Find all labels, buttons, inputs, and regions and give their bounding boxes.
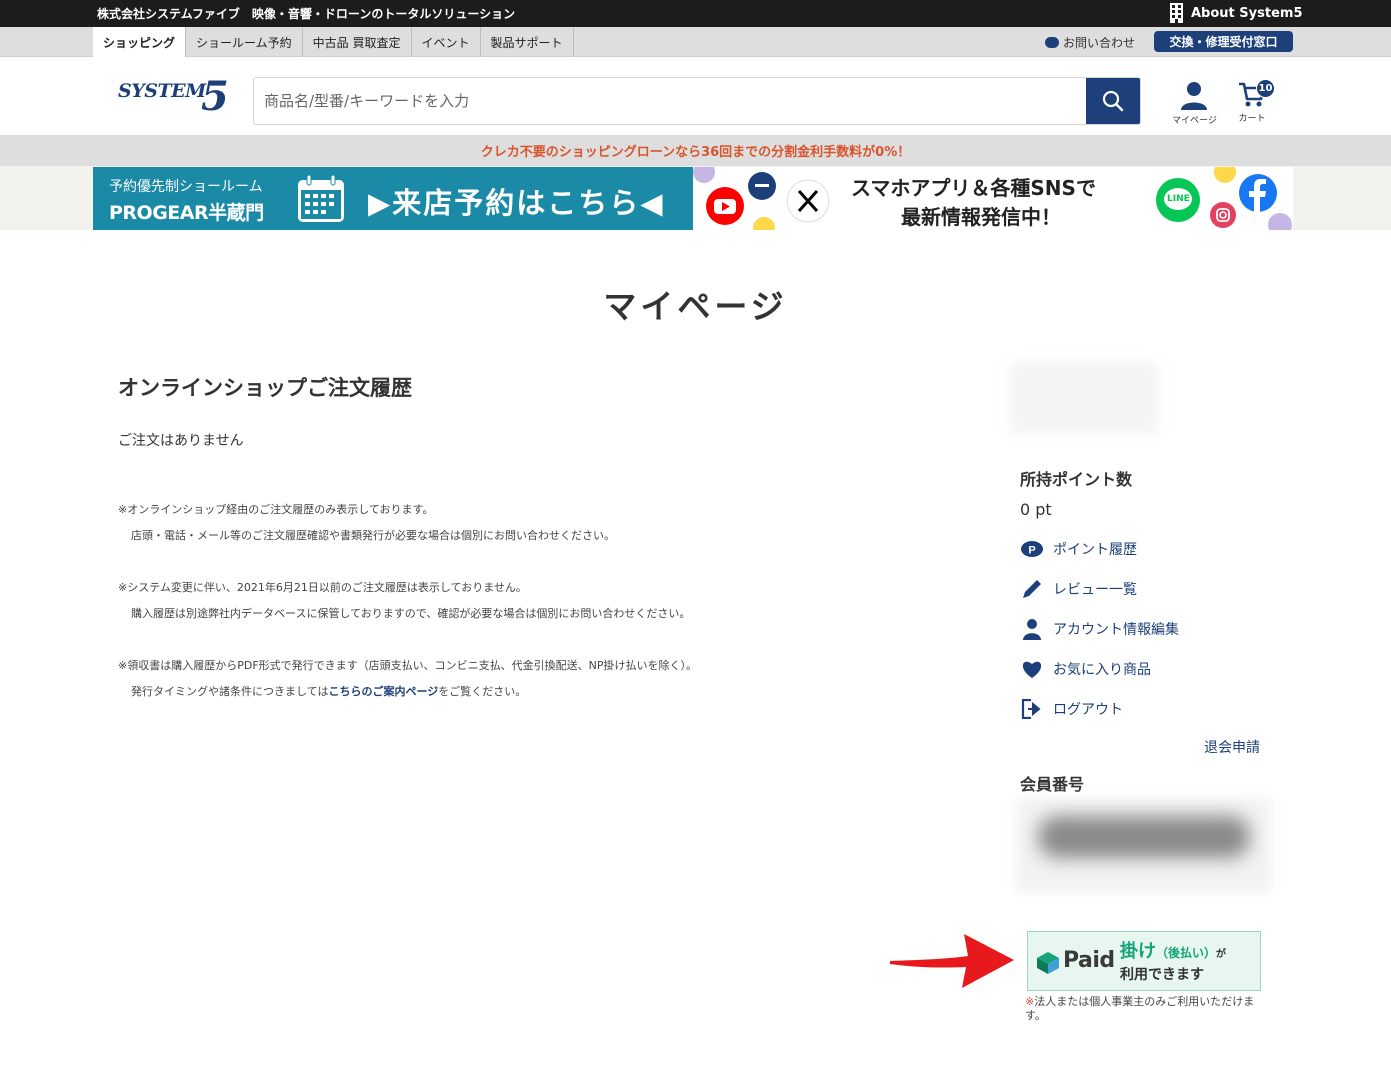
page-title: マイページ — [603, 287, 788, 326]
showroom-line1: 予約優先制ショールーム — [109, 179, 263, 195]
tab-showroom-reservation[interactable]: ショールーム予約 — [186, 27, 303, 57]
decor-dot — [1214, 167, 1236, 183]
review-list-label: レビュー一覧 — [1053, 582, 1137, 598]
cart-count-badge: 10 — [1256, 79, 1275, 98]
search-input[interactable] — [254, 78, 1088, 124]
company-tagline: 株式会社システムファイブ 映像・音響・ドローンのトータルソリューション — [97, 7, 516, 21]
note-text: 発行タイミングや諸条件につきましては — [131, 685, 329, 698]
chat-bubble-icon — [1045, 37, 1059, 48]
cart-label: カート — [1238, 114, 1266, 124]
note-line: 店頭・電話・メール等のご注文履歴確認や書類発行が必要な場合は個別にお問い合わせく… — [131, 529, 615, 542]
order-note-1: ※オンラインショップ経由のご注文履歴のみ表示しております。 店頭・電話・メール等… — [118, 497, 615, 549]
paid-note: ※法人または個人事業主のみご利用いただけます。 — [1025, 995, 1261, 1023]
logout-link[interactable]: ログアウト — [1020, 697, 1123, 721]
red-arrow-annotation — [890, 934, 1014, 988]
system5-app-icon — [748, 172, 776, 200]
promo-strip[interactable]: クレカ不要のショッピングローンなら36回までの分割金利手数料が0%！ — [0, 135, 1391, 166]
top-bar: 株式会社システムファイブ 映像・音響・ドローンのトータルソリューション Abou… — [0, 0, 1391, 27]
note-line: ※システム変更に伴い、2021年6月21日以前のご注文履歴は表示しておりません。 — [118, 581, 527, 594]
note-line: ※オンラインショップ経由のご注文履歴のみ表示しております。 — [118, 503, 434, 516]
heart-icon — [1020, 657, 1044, 681]
nav-tabs: ショッピング ショールーム予約 中古品 買取査定 イベント 製品サポート — [93, 27, 574, 57]
instagram-icon — [1210, 202, 1236, 228]
contact-label: お問い合わせ — [1063, 36, 1136, 50]
blurred-member-number — [1038, 816, 1250, 858]
search-icon — [1102, 90, 1124, 112]
sns-line2: 最新情報発信中！ — [901, 205, 1061, 229]
point-icon: P — [1020, 537, 1044, 561]
note-line: 発行タイミングや諸条件につきましてはこちらのご案内ページをご覧ください。 — [118, 679, 697, 705]
paid-logo-icon — [1037, 952, 1059, 974]
sns-banner[interactable]: スマホアプリ＆各種SNSで 最新情報発信中！ LINE — [693, 167, 1293, 230]
paid-note-text: 法人または個人事業主のみご利用いただけます。 — [1025, 995, 1255, 1022]
paid-logo-text: Paid — [1063, 948, 1115, 973]
tab-shopping[interactable]: ショッピング — [93, 27, 187, 57]
no-orders-message: ご注文はありません — [118, 433, 244, 449]
logout-label: ログアウト — [1053, 702, 1123, 718]
repair-window-button[interactable]: 交換・修理受付窓口 — [1154, 31, 1293, 52]
order-note-3: ※領収書は購入履歴からPDF形式で発行できます（店頭支払い、コンビニ支払、代金引… — [118, 653, 697, 705]
paid-atobarai: （後払い） — [1156, 946, 1217, 960]
about-system5-link[interactable]: About System5 — [1170, 3, 1303, 23]
paid-kake: 掛け — [1120, 941, 1156, 962]
sns-line1: スマホアプリ＆各種SNSで — [851, 176, 1096, 200]
decor-dot — [693, 167, 715, 183]
mypage-label: マイページ — [1172, 116, 1217, 126]
paid-line1: 掛け（後払い）が — [1120, 937, 1226, 963]
tab-events[interactable]: イベント — [412, 27, 481, 57]
facebook-icon — [1239, 174, 1277, 212]
note-line: ※領収書は購入履歴からPDF形式で発行できます（店頭支払い、コンビニ支払、代金引… — [118, 659, 698, 672]
promo-text: クレカ不要のショッピングローンなら36回までの分割金利手数料が0%！ — [480, 145, 911, 160]
decor-dot — [753, 217, 775, 230]
points-value: 0 pt — [1020, 500, 1052, 519]
paid-invoice-banner[interactable]: Paid 掛け（後払い）が 利用できます — [1027, 931, 1261, 991]
search-button[interactable] — [1086, 78, 1140, 124]
account-edit-link[interactable]: アカウント情報編集 — [1020, 617, 1179, 641]
decor-dot — [1268, 213, 1292, 230]
withdraw-link[interactable]: 退会申請 — [1204, 737, 1260, 757]
search-box — [253, 77, 1141, 125]
paid-note-mark: ※ — [1025, 995, 1035, 1008]
showroom-line2: PROGEAR半蔵門 — [109, 202, 264, 224]
order-note-2: ※システム変更に伴い、2021年6月21日以前のご注文履歴は表示しておりません。… — [118, 575, 690, 627]
note-text: をご覧ください。 — [438, 685, 527, 698]
youtube-icon — [706, 187, 744, 225]
point-history-label: ポイント履歴 — [1053, 542, 1137, 558]
favorites-link[interactable]: お気に入り商品 — [1020, 657, 1151, 681]
system5-logo[interactable]: SYSTEM 5 — [118, 73, 230, 123]
blurred-member-name — [1010, 362, 1158, 434]
nav-bar: ショッピング ショールーム予約 中古品 買取査定 イベント 製品サポート お問い… — [0, 27, 1391, 57]
showroom-reservation-banner[interactable]: 予約優先制ショールーム PROGEAR半蔵門 ▶来店予約はこちら◀ — [93, 167, 693, 230]
person-icon — [1020, 617, 1044, 641]
cart-link[interactable]: カート 10 — [1238, 79, 1275, 124]
guide-page-link[interactable]: こちらのご案内ページ — [328, 685, 438, 698]
review-list-link[interactable]: レビュー一覧 — [1020, 577, 1137, 601]
point-history-link[interactable]: P ポイント履歴 — [1020, 537, 1137, 561]
account-edit-label: アカウント情報編集 — [1053, 622, 1179, 638]
paid-ga: が — [1216, 949, 1227, 960]
member-number-title: 会員番号 — [1020, 775, 1085, 794]
favorites-label: お気に入り商品 — [1053, 662, 1151, 678]
mypage-link[interactable]: マイページ — [1172, 81, 1217, 126]
contact-link[interactable]: お問い合わせ — [1045, 34, 1135, 51]
x-icon — [786, 179, 830, 223]
person-icon — [1181, 82, 1208, 110]
svg-text:P: P — [1028, 545, 1035, 557]
tab-used-buyback[interactable]: 中古品 買取査定 — [303, 27, 412, 57]
tab-product-support[interactable]: 製品サポート — [481, 27, 574, 57]
about-label: About System5 — [1191, 5, 1303, 21]
logo-word: SYSTEM — [118, 80, 206, 102]
points-title: 所持ポイント数 — [1020, 470, 1133, 489]
note-line: 購入履歴は別途弊社内データベースに保管しておりますので、確認が必要な場合は個別に… — [131, 607, 691, 620]
logo-five: 5 — [201, 73, 229, 120]
site-header: SYSTEM 5 マイページ カート 10 — [0, 57, 1391, 135]
logout-icon — [1020, 697, 1044, 721]
line-label: LINE — [1167, 194, 1190, 204]
building-icon — [1170, 3, 1183, 23]
calendar-icon — [298, 174, 344, 222]
paid-line2: 利用できます — [1120, 967, 1204, 983]
showroom-cta: ▶来店予約はこちら◀ — [368, 186, 665, 220]
pencil-icon — [1020, 577, 1044, 601]
order-history-title: オンラインショップご注文履歴 — [118, 376, 412, 400]
